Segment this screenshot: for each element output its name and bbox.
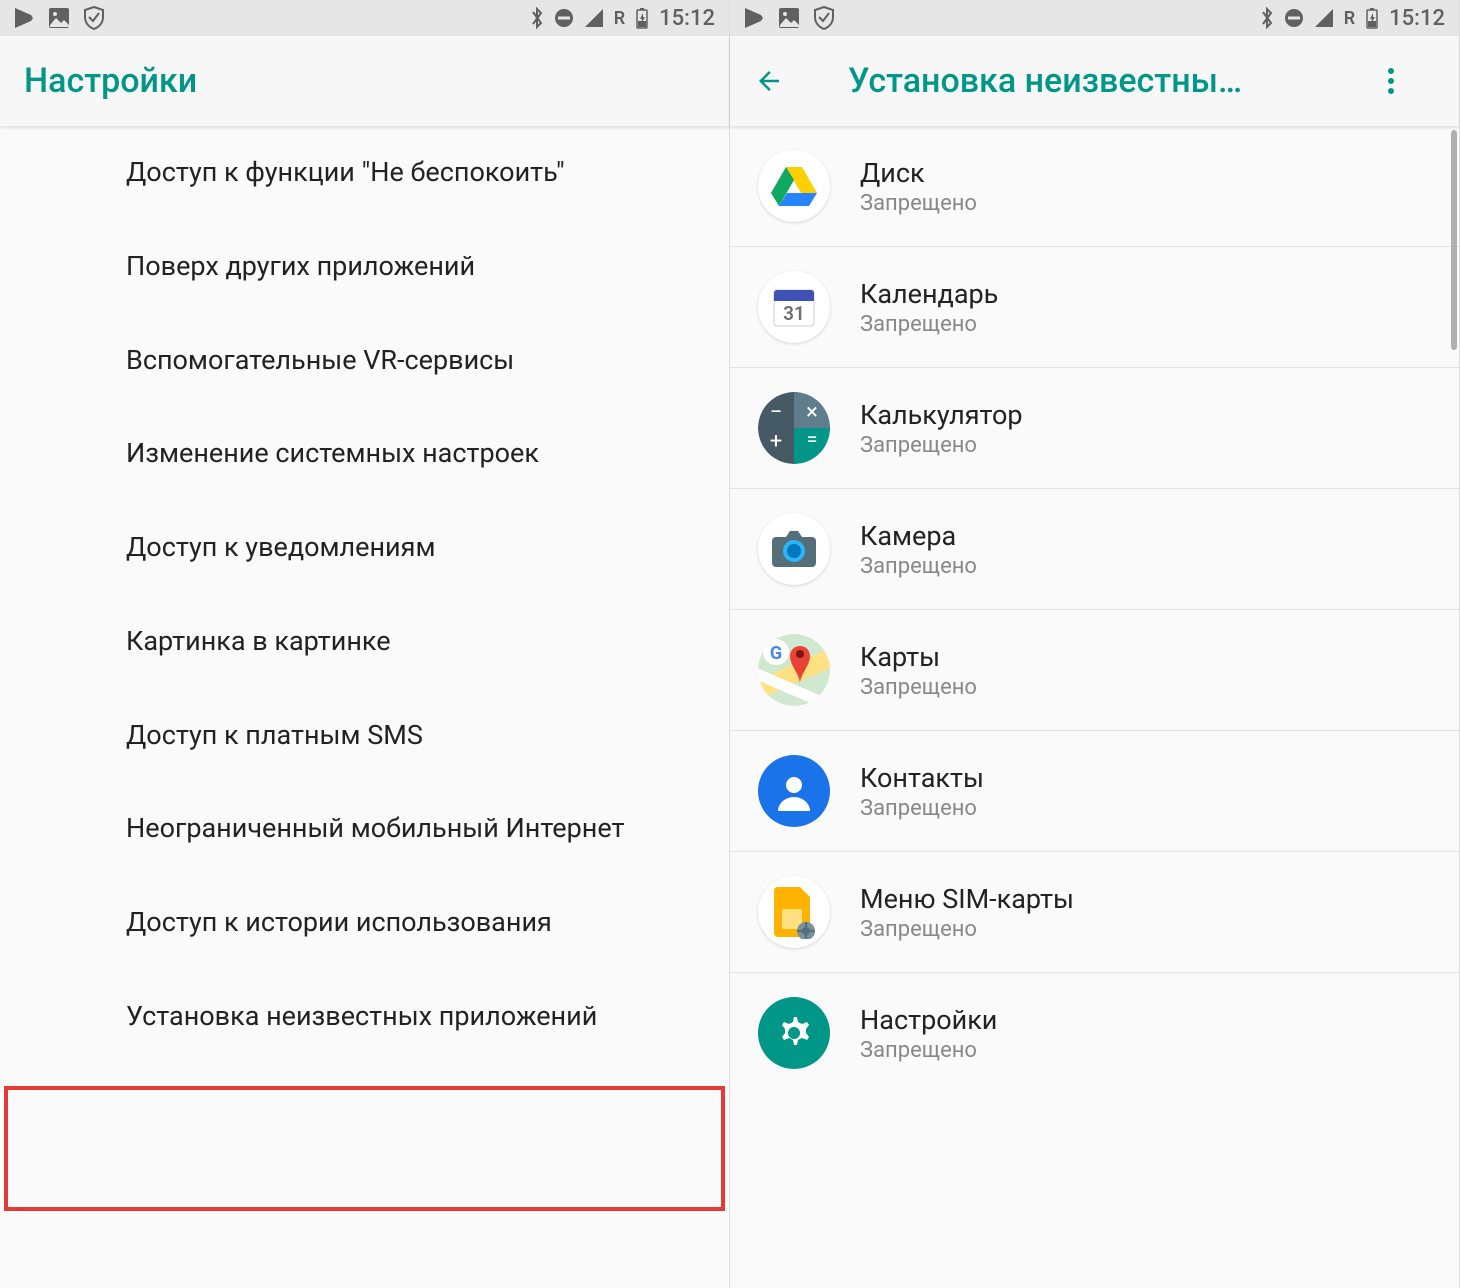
svg-text:−: −: [770, 400, 783, 425]
app-status-label: Запрещено: [860, 675, 977, 700]
shield-check-icon: [814, 6, 834, 30]
calendar-icon: 31: [758, 271, 830, 343]
status-left-icons: [14, 6, 104, 30]
phone-right-install-unknown: R 15:12 Установка неизвестны… Диск Запре…: [730, 0, 1460, 1288]
page-title: Установка неизвестны…: [802, 61, 1387, 101]
app-name-label: Настройки: [860, 1004, 997, 1036]
status-right-icons: R 15:12: [1260, 6, 1445, 31]
app-item-calendar[interactable]: 31 Календарь Запрещено: [730, 247, 1459, 368]
gallery-icon: [48, 7, 70, 29]
do-not-disturb-icon: [1284, 8, 1304, 28]
svg-text:×: ×: [806, 400, 818, 425]
app-name-label: Меню SIM-карты: [860, 883, 1074, 915]
back-button[interactable]: [754, 66, 802, 96]
app-name-label: Контакты: [860, 762, 984, 794]
settings-item-dnd-access[interactable]: Доступ к функции "Не беспокоить": [0, 126, 729, 220]
app-status-label: Запрещено: [860, 917, 1074, 942]
gallery-icon: [778, 7, 800, 29]
bluetooth-icon: [530, 7, 544, 29]
status-clock: 15:12: [1389, 6, 1445, 31]
shield-check-icon: [84, 6, 104, 30]
app-name-label: Камера: [860, 520, 977, 552]
contacts-icon: [758, 755, 830, 827]
phone-left-settings: R 15:12 Настройки Доступ к функции "Не б…: [0, 0, 730, 1288]
app-status-label: Запрещено: [860, 433, 1023, 458]
overflow-menu-button[interactable]: [1387, 66, 1435, 96]
bluetooth-icon: [1260, 7, 1274, 29]
app-status-label: Запрещено: [860, 554, 977, 579]
settings-item-notification-access[interactable]: Доступ к уведомлениям: [0, 501, 729, 595]
status-right-icons: R 15:12: [530, 6, 715, 31]
sim-icon: [758, 876, 830, 948]
play-store-icon: [744, 7, 764, 29]
svg-text:=: =: [807, 427, 818, 451]
app-item-settings[interactable]: Настройки Запрещено: [730, 973, 1459, 1093]
app-name-label: Калькулятор: [860, 399, 1023, 431]
app-item-sim-menu[interactable]: Меню SIM-карты Запрещено: [730, 852, 1459, 973]
svg-text:G: G: [770, 643, 782, 664]
page-title: Настройки: [24, 61, 705, 101]
app-name-label: Диск: [860, 157, 977, 189]
settings-item-unlimited-data[interactable]: Неограниченный мобильный Интернет: [0, 782, 729, 876]
app-list[interactable]: Диск Запрещено 31 Календарь Запрещено: [730, 126, 1459, 1288]
status-bar: R 15:12: [730, 0, 1459, 36]
svg-text:31: 31: [783, 302, 805, 325]
drive-icon: [758, 150, 830, 222]
play-store-icon: [14, 7, 34, 29]
app-name-label: Карты: [860, 641, 977, 673]
status-left-icons: [744, 6, 834, 30]
settings-item-install-unknown[interactable]: Установка неизвестных приложений: [0, 970, 729, 1064]
app-item-maps[interactable]: G Карты Запрещено: [730, 610, 1459, 731]
app-item-calculator[interactable]: − × + = Калькулятор Запрещено: [730, 368, 1459, 489]
topbar-right: Установка неизвестны…: [730, 36, 1459, 126]
settings-item-vr-helper[interactable]: Вспомогательные VR-сервисы: [0, 314, 729, 408]
app-status-label: Запрещено: [860, 796, 984, 821]
signal-icon: [584, 8, 604, 28]
settings-item-pip[interactable]: Картинка в картинке: [0, 595, 729, 689]
app-item-camera[interactable]: Камера Запрещено: [730, 489, 1459, 610]
app-item-drive[interactable]: Диск Запрещено: [730, 126, 1459, 247]
settings-item-modify-system[interactable]: Изменение системных настроек: [0, 407, 729, 501]
status-bar: R 15:12: [0, 0, 729, 36]
battery-charging-icon: [1365, 7, 1379, 29]
calculator-icon: − × + =: [758, 392, 830, 464]
network-type-label: R: [1344, 8, 1355, 29]
do-not-disturb-icon: [554, 8, 574, 28]
app-status-label: Запрещено: [860, 312, 998, 337]
camera-icon: [758, 513, 830, 585]
maps-icon: G: [758, 634, 830, 706]
settings-list[interactable]: Доступ к функции "Не беспокоить" Поверх …: [0, 126, 729, 1288]
app-item-contacts[interactable]: Контакты Запрещено: [730, 731, 1459, 852]
app-status-label: Запрещено: [860, 1038, 997, 1063]
network-type-label: R: [614, 8, 625, 29]
app-status-label: Запрещено: [860, 191, 977, 216]
topbar-left: Настройки: [0, 36, 729, 126]
scrollbar-thumb[interactable]: [1451, 130, 1457, 350]
svg-text:+: +: [770, 429, 782, 454]
app-name-label: Календарь: [860, 278, 998, 310]
settings-item-premium-sms[interactable]: Доступ к платным SMS: [0, 689, 729, 783]
settings-icon: [758, 997, 830, 1069]
settings-item-usage-access[interactable]: Доступ к истории использования: [0, 876, 729, 970]
signal-icon: [1314, 8, 1334, 28]
status-clock: 15:12: [659, 6, 715, 31]
battery-charging-icon: [635, 7, 649, 29]
settings-item-overlay[interactable]: Поверх других приложений: [0, 220, 729, 314]
